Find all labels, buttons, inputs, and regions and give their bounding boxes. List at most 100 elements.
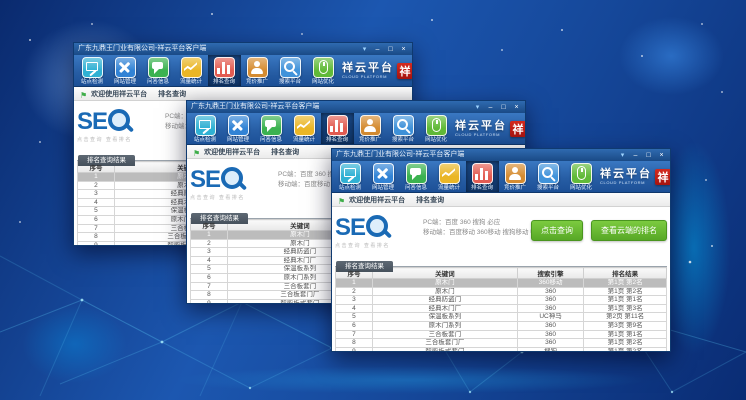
cell-keyword: 三合板套门 (372, 330, 517, 339)
maximize-button[interactable]: □ (386, 45, 395, 54)
toolbar-item-site-monitor[interactable]: 站点检测 (189, 113, 222, 144)
tab-rank-results[interactable]: 排名查询结果 (191, 213, 248, 224)
cloud-rank-button[interactable]: 查看云端的排名 (591, 220, 667, 241)
toolbar-item-label: 问答信息 (260, 137, 282, 143)
toolbar-item-rank-query[interactable]: 排名查询 (208, 55, 241, 86)
cell-result: 第2页 第11名 (584, 313, 667, 322)
page-title: 排名查询 (271, 147, 299, 157)
minimize-button[interactable]: – (631, 151, 640, 160)
table-row[interactable]: 7三合板套门360第1页 第1名 (336, 330, 667, 339)
maximize-button[interactable]: □ (644, 151, 653, 160)
traffic-stats-icon (181, 57, 202, 78)
toolbar-item-site-optimize[interactable]: 网站优化 (307, 55, 340, 86)
rank-query-icon (472, 163, 493, 184)
toolbar-item-rank-query[interactable]: 排名查询 (321, 113, 354, 144)
seo-logo: SE 点击查询 查看排名 (335, 213, 421, 249)
skin-icon[interactable]: ▾ (473, 103, 482, 112)
toolbar-item-bid-promotion[interactable]: 竞价推广 (241, 55, 274, 86)
site-optimize-icon (313, 57, 334, 78)
title-bar: 广东九鼎王门业有限公司-祥云平台客户端 ▾ – □ × (332, 149, 670, 161)
brand-logo: 祥云平台 CLOUD PLATFORM 祥 (598, 161, 671, 192)
table-row[interactable]: 2原木门360第1页 第2名 (336, 287, 667, 296)
query-button[interactable]: 点击查询 (531, 220, 583, 241)
cell-num: 7 (78, 224, 115, 233)
toolbar-item-search-platform[interactable]: 搜索平台 (387, 113, 420, 144)
cell-num: 5 (191, 265, 228, 274)
toolbar-item-site-monitor[interactable]: 站点检测 (334, 161, 367, 192)
toolbar-items: 站点检测 网站管理问答信息流量统计排名查询竞价推广搜索平台网站优化 (76, 55, 340, 86)
page-title: 排名查询 (158, 89, 186, 99)
toolbar-item-message-info[interactable]: 问答信息 (142, 55, 175, 86)
toolbar-item-traffic-stats[interactable]: 流量统计 (433, 161, 466, 192)
welcome-text: 欢迎使用祥云平台 (204, 147, 260, 157)
table-row[interactable]: 5保温板系列UC神马第2页 第11名 (336, 313, 667, 322)
cell-keyword: 智能板式套门 (372, 347, 517, 352)
table-row[interactable]: 1原木门360移动第1页 第2名 (336, 279, 667, 288)
flag-icon (338, 191, 345, 209)
cell-result: 第1页 第2名 (584, 279, 667, 288)
cell-num: 4 (336, 304, 373, 313)
cell-num: 2 (78, 181, 115, 190)
brand-subtitle: CLOUD PLATFORM (455, 132, 507, 137)
toolbar-item-label: 站点检测 (81, 79, 103, 85)
toolbar: 站点检测网站管理问答信息流量统计排名查询竞价推广搜索平台网站优化 祥云平台 CL… (332, 161, 670, 193)
table-row[interactable]: 3经典防盗门360第1页 第1名 (336, 296, 667, 305)
cell-num: 9 (78, 241, 115, 246)
toolbar-item-bid-promotion[interactable]: 竞价推广 (354, 113, 387, 144)
maximize-button[interactable]: □ (499, 103, 508, 112)
tab-rank-results[interactable]: 排名查询结果 (78, 155, 135, 166)
toolbar-item-traffic-stats[interactable]: 流量统计 (288, 113, 321, 144)
cell-engine: 360 (517, 339, 583, 348)
toolbar-item-label: 搜索平台 (392, 137, 414, 143)
minimize-button[interactable]: – (373, 45, 382, 54)
toolbar-item-site-optimize[interactable]: 网站优化 (565, 161, 598, 192)
rank-query-icon (327, 115, 348, 136)
toolbar-item-bid-promotion[interactable]: 竞价推广 (499, 161, 532, 192)
desktop-background: 广东九鼎王门业有限公司-祥云平台客户端 ▾ – □ × 站点检测网站管理问答信息… (0, 0, 746, 400)
toolbar-item-search-platform[interactable]: 搜索平台 (274, 55, 307, 86)
toolbar-item-search-platform[interactable]: 搜索平台 (532, 161, 565, 192)
toolbar-item-site-manage[interactable]: 网站管理 (367, 161, 400, 192)
seo-caption: 点击查询 查看排名 (77, 136, 163, 143)
table-row[interactable]: 8三合板套门厂360第1页 第2名 (336, 339, 667, 348)
window-title: 广东九鼎王门业有限公司-祥云平台客户端 (191, 101, 473, 113)
toolbar-item-label: 排名查询 (471, 185, 493, 191)
site-manage-icon (228, 115, 249, 136)
cell-keyword: 保温板系列 (372, 313, 517, 322)
table-row[interactable]: 9智能板式套门搜狗第1页 第2名 (336, 347, 667, 352)
toolbar-item-traffic-stats[interactable]: 流量统计 (175, 55, 208, 86)
magnifier-icon (366, 215, 388, 237)
cell-keyword: 经典木门厂 (372, 304, 517, 313)
toolbar-item-site-monitor[interactable]: 站点检测 (76, 55, 109, 86)
table-row[interactable]: 4经典木门厂360第1页 第3名 (336, 304, 667, 313)
close-button[interactable]: × (512, 103, 521, 112)
bid-promotion-icon (505, 163, 526, 184)
message-info-icon (261, 115, 282, 136)
toolbar-item-label: 网站管理 (114, 79, 136, 85)
brand-subtitle: CLOUD PLATFORM (342, 74, 394, 79)
toolbar-item-site-optimize[interactable]: 网站优化 (420, 113, 453, 144)
cell-num: 3 (78, 190, 115, 199)
cell-num: 5 (78, 207, 115, 216)
cell-result: 第1页 第2名 (584, 339, 667, 348)
traffic-stats-icon (439, 163, 460, 184)
cell-num: 1 (336, 279, 373, 288)
toolbar-item-rank-query[interactable]: 排名查询 (466, 161, 499, 192)
cell-num: 6 (191, 273, 228, 282)
close-button[interactable]: × (399, 45, 408, 54)
close-button[interactable]: × (657, 151, 666, 160)
toolbar-item-site-manage[interactable]: 网站管理 (109, 55, 142, 86)
cell-keyword: 经典防盗门 (372, 296, 517, 305)
toolbar-item-site-manage[interactable]: 网站管理 (222, 113, 255, 144)
skin-icon[interactable]: ▾ (618, 151, 627, 160)
tab-rank-results[interactable]: 排名查询结果 (336, 261, 393, 272)
site-optimize-icon (571, 163, 592, 184)
toolbar-item-message-info[interactable]: 问答信息 (255, 113, 288, 144)
minimize-button[interactable]: – (486, 103, 495, 112)
toolbar-item-label: 问答信息 (405, 185, 427, 191)
cell-result: 第1页 第2名 (584, 347, 667, 352)
brand-title: 祥云平台 (600, 169, 652, 180)
toolbar-item-message-info[interactable]: 问答信息 (400, 161, 433, 192)
skin-icon[interactable]: ▾ (360, 45, 369, 54)
table-row[interactable]: 6原木门系列360第3页 第9名 (336, 321, 667, 330)
